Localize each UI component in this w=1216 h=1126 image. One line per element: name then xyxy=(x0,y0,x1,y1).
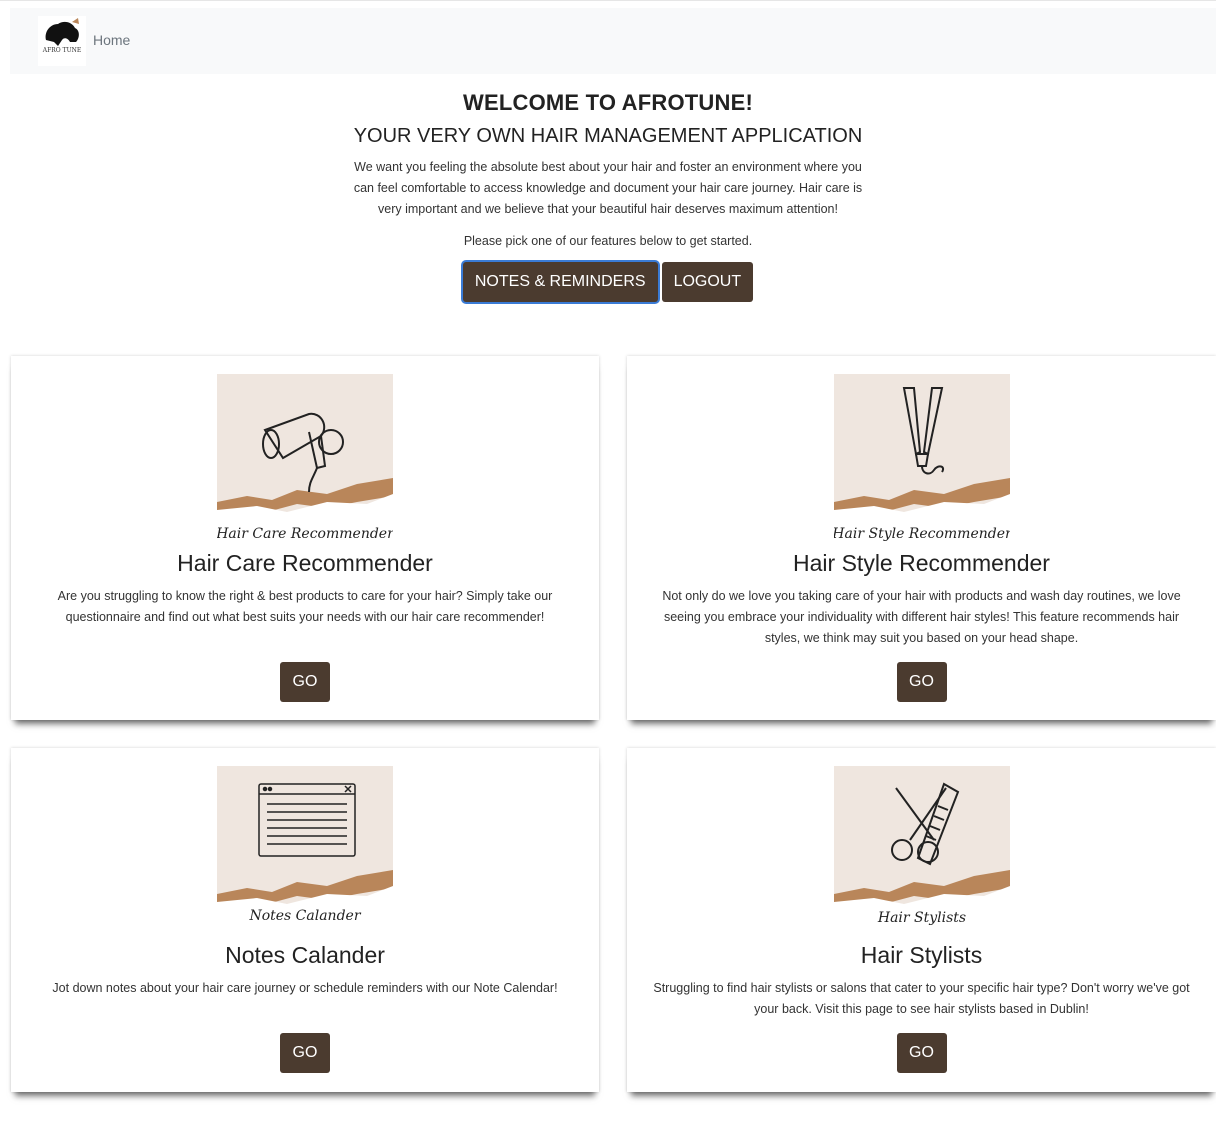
card-description: Are you struggling to know the right & b… xyxy=(57,589,553,624)
pick-feature-text: Please pick one of our features below to… xyxy=(463,234,753,248)
card-image-caption: Hair Style Recommender xyxy=(834,526,1010,542)
notes-calander-go-button[interactable]: GO xyxy=(280,1033,330,1073)
hair-care-go-button[interactable]: GO xyxy=(280,662,330,702)
card-title: Hair Stylists xyxy=(860,942,983,968)
navbar: AFRO TUNE Home xyxy=(10,8,1216,74)
card-title: Notes Calander xyxy=(225,942,385,968)
card-hair-style-recommender: Hair Style Recommender Hair Style Recomm… xyxy=(627,356,1216,720)
nav-home-link[interactable]: Home xyxy=(93,32,130,48)
hair-stylists-go-button[interactable]: GO xyxy=(896,1033,947,1073)
hair-stylists-image: Hair Stylists xyxy=(833,766,1010,942)
hero-buttons: NOTES & REMINDERS LOGOUT xyxy=(0,262,1216,302)
logout-button[interactable]: LOGOUT xyxy=(661,262,754,302)
notes-calander-image: Notes Calander xyxy=(217,766,393,942)
intro-text: We want you feeling the absolute best ab… xyxy=(353,160,863,216)
hair-style-image: Hair Style Recommender xyxy=(833,374,1010,550)
hair-style-go-button[interactable]: GO xyxy=(896,662,947,702)
hair-care-image: Hair Care Recommender xyxy=(217,374,393,550)
card-image-caption: Hair Care Recommender xyxy=(217,526,393,542)
notes-reminders-button[interactable]: NOTES & REMINDERS xyxy=(462,262,658,302)
hero-section: WELCOME TO AFROTUNE! YOUR VERY OWN HAIR … xyxy=(0,90,1216,302)
page-title: WELCOME TO AFROTUNE! xyxy=(463,90,753,115)
card-hair-stylists: Hair Stylists Hair Stylists Struggling t… xyxy=(627,748,1216,1092)
card-title: Hair Care Recommender xyxy=(177,550,433,576)
card-notes-calander: Notes Calander Notes Calander Jot down n… xyxy=(11,748,599,1092)
logo-text: AFRO TUNE xyxy=(42,47,82,54)
card-description: Struggling to find hair stylists or salo… xyxy=(653,981,1190,1016)
card-image-caption: Notes Calander xyxy=(248,908,361,924)
card-title: Hair Style Recommender xyxy=(793,550,1050,576)
card-hair-care-recommender: Hair Care Recommender Hair Care Recommen… xyxy=(11,356,599,720)
afro-silhouette-icon xyxy=(45,18,79,46)
top-border xyxy=(0,0,1216,8)
page-subtitle: YOUR VERY OWN HAIR MANAGEMENT APPLICATIO… xyxy=(353,125,863,147)
card-image-caption: Hair Stylists xyxy=(876,910,965,926)
card-description: Not only do we love you taking care of y… xyxy=(662,589,1181,645)
brand-logo[interactable]: AFRO TUNE xyxy=(38,16,86,66)
card-description: Jot down notes about your hair care jour… xyxy=(52,981,558,995)
